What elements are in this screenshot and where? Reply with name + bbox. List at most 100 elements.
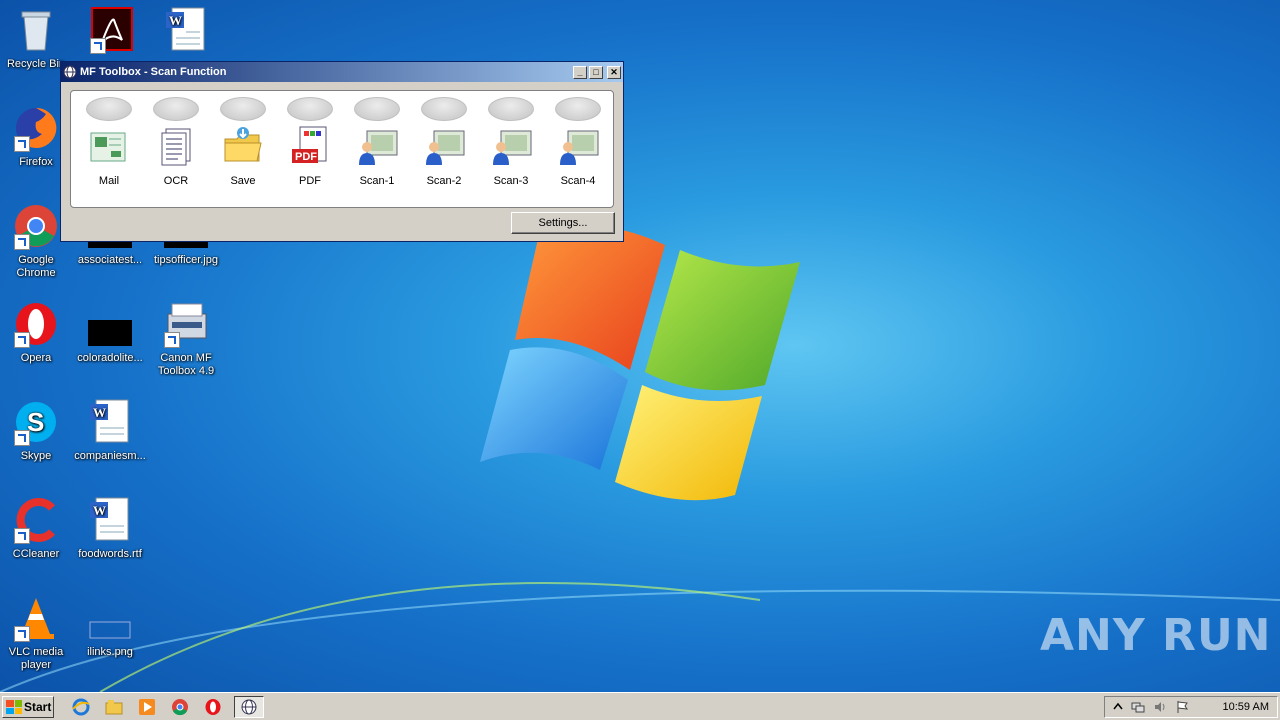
chrome-icon bbox=[12, 202, 60, 250]
media-player-icon[interactable] bbox=[138, 698, 156, 716]
desktop-icon-skype[interactable]: S Skype bbox=[0, 398, 74, 463]
desktop-icon-word-doc[interactable]: W bbox=[148, 6, 224, 58]
word-document-icon: W bbox=[162, 6, 210, 54]
svg-text:PDF: PDF bbox=[295, 151, 317, 163]
mail-icon bbox=[87, 125, 131, 169]
function-label: OCR bbox=[163, 175, 189, 187]
function-mail[interactable]: Mail bbox=[81, 97, 137, 187]
function-indicator bbox=[354, 97, 400, 121]
image-file-icon bbox=[86, 300, 134, 348]
desktop-icon-foodwords[interactable]: W foodwords.rtf bbox=[72, 496, 148, 561]
icon-label: CCleaner bbox=[12, 548, 60, 560]
function-indicator bbox=[220, 97, 266, 121]
taskbar: Start 10:59 AM bbox=[0, 692, 1280, 720]
shortcut-arrow-icon bbox=[14, 234, 30, 250]
icon-label: coloradolite... bbox=[77, 352, 143, 364]
settings-button[interactable]: Settings... bbox=[511, 212, 615, 234]
firefox-icon bbox=[12, 104, 60, 152]
mf-toolbox-window: MF Toolbox - Scan Function _ □ ✕ Mail OC… bbox=[60, 61, 624, 242]
desktop-icon-opera[interactable]: Opera bbox=[0, 300, 74, 365]
vlc-cone-icon bbox=[12, 594, 60, 642]
acrobat-icon bbox=[88, 6, 136, 54]
function-pdf[interactable]: PDF PDF bbox=[282, 97, 338, 187]
scan-functions-panel: Mail OCR Save PDF PDF Scan-1 Scan-2 Scan… bbox=[70, 90, 614, 208]
chevron-up-icon[interactable] bbox=[1111, 700, 1125, 714]
scanner-toolbox-icon bbox=[162, 300, 210, 348]
close-button[interactable]: ✕ bbox=[607, 65, 621, 79]
function-label: PDF bbox=[299, 175, 321, 187]
icon-label: Opera bbox=[20, 352, 52, 364]
icon-label: companiesm... bbox=[74, 450, 146, 462]
function-label: Scan-3 bbox=[493, 175, 529, 187]
function-scan-1[interactable]: Scan-1 bbox=[349, 97, 405, 187]
icon-label: associatest... bbox=[77, 254, 143, 266]
minimize-button[interactable]: _ bbox=[573, 65, 587, 79]
pdf-icon: PDF bbox=[288, 125, 332, 169]
function-indicator bbox=[421, 97, 467, 121]
svg-text:W: W bbox=[93, 503, 106, 518]
internet-explorer-icon[interactable] bbox=[72, 698, 90, 716]
function-label: Save bbox=[230, 175, 256, 187]
icon-label: foodwords.rtf bbox=[78, 548, 142, 560]
shortcut-arrow-icon bbox=[14, 430, 30, 446]
desktop-icon-vlc[interactable]: VLC media player bbox=[0, 594, 74, 672]
desktop-icon-coloradolite[interactable]: coloradolite... bbox=[72, 300, 148, 365]
action-center-flag-icon[interactable] bbox=[1175, 700, 1189, 714]
function-indicator bbox=[153, 97, 199, 121]
word-document-icon: W bbox=[86, 496, 134, 544]
desktop-icon-companiesm[interactable]: W companiesm... bbox=[72, 398, 148, 463]
svg-text:W: W bbox=[169, 13, 182, 28]
chrome-taskbar-icon[interactable] bbox=[171, 698, 189, 716]
icon-label: Canon MF Toolbox 4.9 bbox=[157, 352, 215, 377]
function-indicator bbox=[287, 97, 333, 121]
scan-user-icon bbox=[355, 125, 399, 169]
scan-user-icon bbox=[556, 125, 600, 169]
function-indicator bbox=[488, 97, 534, 121]
shortcut-arrow-icon bbox=[14, 528, 30, 544]
shortcut-arrow-icon bbox=[164, 332, 180, 348]
icon-label: tipsofficer.jpg bbox=[153, 254, 218, 266]
function-indicator bbox=[86, 97, 132, 121]
word-document-icon: W bbox=[86, 398, 134, 446]
volume-icon[interactable] bbox=[1153, 700, 1167, 714]
shortcut-arrow-icon bbox=[90, 38, 106, 54]
ccleaner-icon bbox=[12, 496, 60, 544]
desktop-icon-canon-mf-toolbox[interactable]: Canon MF Toolbox 4.9 bbox=[148, 300, 224, 378]
shortcut-arrow-icon bbox=[14, 626, 30, 642]
function-label: Scan-1 bbox=[359, 175, 395, 187]
windows-logo-icon bbox=[6, 700, 22, 714]
icon-label: ilinks.png bbox=[87, 646, 133, 658]
function-label: Scan-2 bbox=[426, 175, 462, 187]
network-icon[interactable] bbox=[1131, 700, 1145, 714]
image-file-icon bbox=[86, 594, 134, 642]
file-explorer-icon[interactable] bbox=[105, 698, 123, 716]
desktop-icon-acrobat[interactable] bbox=[74, 6, 150, 58]
system-tray: 10:59 AM bbox=[1104, 696, 1278, 718]
start-button[interactable]: Start bbox=[2, 696, 54, 718]
icon-label: Skype bbox=[20, 450, 52, 462]
toolbox-globe-icon bbox=[63, 65, 77, 79]
window-title: MF Toolbox - Scan Function bbox=[80, 66, 227, 78]
function-indicator bbox=[555, 97, 601, 121]
function-ocr[interactable]: OCR bbox=[148, 97, 204, 187]
taskbar-mf-toolbox-button[interactable] bbox=[234, 696, 264, 718]
clock[interactable]: 10:59 AM bbox=[1223, 701, 1269, 713]
start-label: Start bbox=[24, 700, 52, 714]
opera-taskbar-icon[interactable] bbox=[204, 698, 222, 716]
shortcut-arrow-icon bbox=[14, 136, 30, 152]
desktop-icon-ilinks[interactable]: ilinks.png bbox=[72, 594, 148, 659]
anyrun-watermark: ANY RUN bbox=[1040, 610, 1272, 661]
function-scan-2[interactable]: Scan-2 bbox=[416, 97, 472, 187]
maximize-button[interactable]: □ bbox=[589, 65, 603, 79]
function-scan-4[interactable]: Scan-4 bbox=[550, 97, 606, 187]
desktop-icon-ccleaner[interactable]: CCleaner bbox=[0, 496, 74, 561]
skype-icon: S bbox=[12, 398, 60, 446]
function-label: Mail bbox=[98, 175, 120, 187]
svg-text:W: W bbox=[93, 405, 106, 420]
folder-save-icon bbox=[221, 125, 265, 169]
window-titlebar[interactable]: MF Toolbox - Scan Function _ □ ✕ bbox=[61, 62, 623, 82]
function-label: Scan-4 bbox=[560, 175, 596, 187]
function-scan-3[interactable]: Scan-3 bbox=[483, 97, 539, 187]
function-save[interactable]: Save bbox=[215, 97, 271, 187]
icon-label: VLC media player bbox=[8, 646, 64, 671]
